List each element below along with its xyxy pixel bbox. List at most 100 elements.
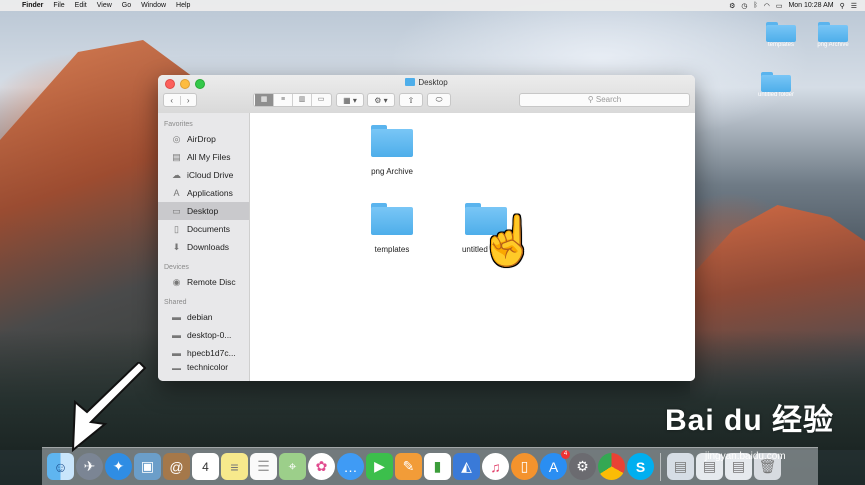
battery-icon[interactable]: ▭ bbox=[776, 2, 783, 10]
tags-button[interactable]: ⬭ bbox=[427, 93, 451, 107]
desktop-folder-png-archive[interactable]: png Archive bbox=[810, 22, 856, 48]
desktop-icon: ▭ bbox=[172, 205, 181, 216]
pages-icon[interactable]: ✎ bbox=[395, 453, 422, 480]
column-view-icon[interactable]: ▥ bbox=[293, 94, 312, 106]
calendar-icon[interactable]: 4 bbox=[192, 453, 219, 480]
computer-icon: ▬ bbox=[172, 348, 181, 358]
skype-icon[interactable]: S bbox=[627, 453, 654, 480]
folder-label: png Archive bbox=[371, 167, 413, 176]
tag-icon: ⬭ bbox=[435, 95, 443, 104]
sidebar-item-desktop-0[interactable]: ▬ desktop-0... bbox=[158, 326, 249, 344]
desktop-icon-label: png Archive bbox=[817, 42, 849, 48]
search-field[interactable]: ⚲ Search bbox=[519, 93, 690, 107]
bluetooth-icon[interactable]: ᛒ bbox=[754, 2, 758, 9]
photos-icon[interactable]: ✿ bbox=[308, 453, 335, 480]
menu-bar: Finder File Edit View Go Window Help ⚙ ◷… bbox=[0, 0, 865, 11]
folder-icon bbox=[371, 125, 413, 157]
preview-icon[interactable]: ▣ bbox=[134, 453, 161, 480]
sidebar-item-all-my-files[interactable]: ▤ All My Files bbox=[158, 148, 249, 166]
arrange-button[interactable]: ▦ ▾ bbox=[336, 93, 364, 107]
sidebar-section-devices: Devices bbox=[164, 264, 189, 271]
sidebar-item-label: Downloads bbox=[187, 242, 230, 252]
back-icon[interactable]: ‹ bbox=[164, 95, 181, 105]
folder-icon bbox=[761, 72, 791, 92]
sidebar-item-label: Documents bbox=[187, 224, 230, 234]
sidebar-item-remote-disc[interactable]: ◉ Remote Disc bbox=[158, 273, 249, 291]
search-icon: ⚲ bbox=[587, 95, 596, 104]
menu-edit[interactable]: Edit bbox=[75, 2, 87, 9]
search-placeholder: Search bbox=[595, 95, 622, 104]
menu-view[interactable]: View bbox=[97, 2, 112, 9]
folder-item-png-archive[interactable]: png Archive bbox=[352, 125, 432, 176]
sidebar-item-airdrop[interactable]: ◎ AirDrop bbox=[158, 130, 249, 148]
messages-icon[interactable]: … bbox=[337, 453, 364, 480]
numbers-icon[interactable]: ▮ bbox=[424, 453, 451, 480]
folder-item-templates[interactable]: templates bbox=[352, 203, 432, 254]
sidebar-section-shared: Shared bbox=[164, 299, 187, 306]
sidebar-item-hpecb1d7c[interactable]: ▬ hpecb1d7c... bbox=[158, 344, 249, 362]
sidebar-section-favorites: Favorites bbox=[164, 121, 193, 128]
time-machine-icon[interactable]: ◷ bbox=[741, 2, 747, 10]
watermark-url: jingyan.baidu.com bbox=[705, 451, 786, 462]
cover-flow-icon[interactable]: ▭ bbox=[312, 94, 330, 106]
ibooks-icon[interactable]: ▯ bbox=[511, 453, 538, 480]
contacts-icon[interactable]: @ bbox=[163, 453, 190, 480]
system-preferences-icon[interactable]: ⚙ bbox=[569, 453, 596, 480]
sidebar-item-desktop[interactable]: ▭ Desktop bbox=[158, 202, 249, 220]
sidebar-item-downloads[interactable]: ⬇ Downloads bbox=[158, 238, 249, 256]
chrome-icon[interactable] bbox=[598, 453, 625, 480]
menu-window[interactable]: Window bbox=[141, 2, 166, 9]
sidebar-item-label: Desktop bbox=[187, 206, 219, 216]
sidebar-item-debian[interactable]: ▬ debian bbox=[158, 308, 249, 326]
list-view-icon[interactable]: ≡ bbox=[274, 94, 293, 106]
dock-separator bbox=[660, 452, 661, 481]
finder-window: Desktop ‹ › ▦ ≡ ▥ ▭ ▦ ▾ ⚙ ▾ ⇧ ⬭ ⚲ Search… bbox=[158, 75, 695, 381]
back-forward-buttons: ‹ › bbox=[163, 93, 197, 107]
desktop-folder-untitled[interactable]: untitled folder bbox=[753, 72, 799, 98]
folder-icon bbox=[766, 22, 796, 42]
reminders-icon[interactable]: ☰ bbox=[250, 453, 277, 480]
sidebar-item-documents[interactable]: ▯ Documents bbox=[158, 220, 249, 238]
menu-app-name[interactable]: Finder bbox=[22, 2, 43, 9]
menu-help[interactable]: Help bbox=[176, 2, 190, 9]
applications-icon: A bbox=[173, 188, 180, 198]
documents-icon: ▯ bbox=[174, 223, 179, 234]
icon-view-icon[interactable]: ▦ bbox=[255, 94, 274, 106]
computer-icon: ▬ bbox=[172, 312, 181, 322]
spotlight-icon[interactable]: ⚲ bbox=[840, 2, 845, 10]
downloads-stack-icon[interactable]: ▤ bbox=[667, 453, 694, 480]
facetime-icon[interactable]: ▶ bbox=[366, 453, 393, 480]
dock: ☺ ✈ ✦ ▣ @ 4 ≡ ☰ ⌖ ✿ … ▶ ✎ ▮ ◭ ♫ ▯ A4 ⚙ S… bbox=[42, 447, 818, 485]
window-title: Desktop bbox=[158, 78, 695, 87]
finder-icon[interactable]: ☺ bbox=[47, 453, 74, 480]
desktop-folder-templates[interactable]: templates bbox=[758, 22, 804, 48]
itunes-icon[interactable]: ♫ bbox=[482, 453, 509, 480]
app-store-badge: 4 bbox=[561, 450, 570, 459]
sidebar-item-technicolor[interactable]: ▬ technicolor bbox=[158, 362, 249, 370]
safari-icon[interactable]: ✦ bbox=[105, 453, 132, 480]
wifi-icon[interactable]: ◠ bbox=[764, 2, 770, 10]
launchpad-icon[interactable]: ✈ bbox=[76, 453, 103, 480]
menu-file[interactable]: File bbox=[53, 2, 64, 9]
sidebar-item-icloud-drive[interactable]: ☁ iCloud Drive bbox=[158, 166, 249, 184]
window-toolbar: Desktop ‹ › ▦ ≡ ▥ ▭ ▦ ▾ ⚙ ▾ ⇧ ⬭ ⚲ Search bbox=[158, 75, 695, 114]
keynote-icon[interactable]: ◭ bbox=[453, 453, 480, 480]
computer-icon: ▬ bbox=[172, 330, 181, 340]
menu-go[interactable]: Go bbox=[122, 2, 131, 9]
share-button[interactable]: ⇧ bbox=[399, 93, 423, 107]
hand-cursor-icon: ☝ bbox=[478, 215, 538, 268]
menu-extras: ⚙ ◷ ᛒ ◠ ▭ Mon 10:28 AM ⚲ ☰ bbox=[729, 0, 857, 11]
app-store-icon[interactable]: A4 bbox=[540, 450, 570, 480]
sidebar-item-applications[interactable]: A Applications bbox=[158, 184, 249, 202]
status-icon[interactable]: ⚙ bbox=[729, 2, 735, 10]
arrange-icon: ▦ ▾ bbox=[343, 95, 357, 105]
action-button[interactable]: ⚙ ▾ bbox=[367, 93, 395, 107]
notification-center-icon[interactable]: ☰ bbox=[851, 2, 857, 10]
notes-icon[interactable]: ≡ bbox=[221, 453, 248, 480]
airdrop-icon: ◎ bbox=[172, 133, 181, 144]
menu-clock[interactable]: Mon 10:28 AM bbox=[788, 2, 833, 9]
maps-icon[interactable]: ⌖ bbox=[279, 453, 306, 480]
calendar-day: 4 bbox=[202, 459, 209, 474]
folder-icon bbox=[371, 203, 413, 235]
forward-icon[interactable]: › bbox=[181, 96, 197, 105]
